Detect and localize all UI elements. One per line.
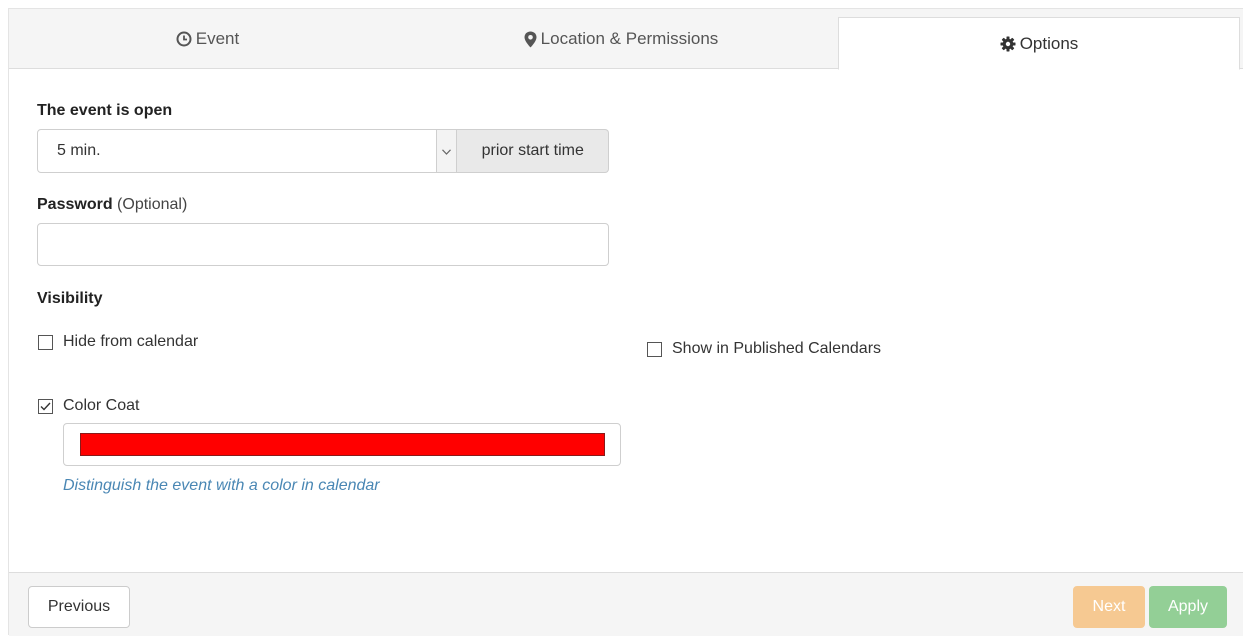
tab-event[interactable]: Event [9, 9, 406, 69]
checkbox-unchecked-icon [647, 341, 662, 357]
visibility-label: Visibility [37, 290, 103, 307]
color-coat-hint: Distinguish the event with a color in ca… [63, 477, 380, 494]
tab-location-permissions[interactable]: Location & Permissions [406, 9, 836, 69]
show-in-published-calendars-label: Show in Published Calendars [672, 340, 882, 357]
event-open-label: The event is open [37, 102, 173, 119]
password-label-text: Password [37, 196, 113, 213]
gear-icon [1000, 36, 1016, 52]
open-time-dropdown-toggle[interactable] [437, 129, 458, 173]
checkbox-unchecked-icon [38, 334, 53, 350]
tab-event-label: Event [195, 29, 240, 48]
prior-start-time-addon: prior start time [457, 129, 609, 173]
hide-from-calendar-checkbox[interactable]: Hide from calendar [38, 333, 198, 351]
password-optional-text: (Optional) [117, 196, 188, 213]
tab-bar: Event Location & Permissions Options [9, 9, 1243, 70]
tab-options-label: Options [1019, 33, 1079, 53]
previous-button[interactable]: Previous [28, 586, 130, 628]
show-in-published-calendars-checkbox[interactable]: Show in Published Calendars [647, 340, 881, 358]
color-coat-checkbox[interactable]: Color Coat [38, 397, 139, 415]
color-swatch[interactable] [80, 433, 605, 456]
clock-icon [176, 31, 192, 47]
open-time-value: 5 min. [57, 142, 101, 159]
open-time-select[interactable]: 5 min. [37, 129, 438, 173]
options-panel: Event Location & Permissions Options The… [8, 8, 1243, 636]
tab-options[interactable]: Options [838, 17, 1240, 70]
wizard-footer: Previous Next Apply [9, 572, 1243, 636]
chevron-down-icon [442, 142, 452, 160]
hide-from-calendar-label: Hide from calendar [63, 333, 199, 350]
password-input[interactable] [37, 223, 609, 266]
checkbox-checked-icon [38, 398, 53, 414]
tab-location-label: Location & Permissions [540, 29, 719, 48]
apply-button[interactable]: Apply [1149, 586, 1227, 628]
password-label: Password (Optional) [37, 196, 187, 214]
color-coat-label: Color Coat [63, 397, 140, 414]
color-picker-field[interactable] [63, 423, 621, 466]
open-time-select-group: 5 min. prior start time [37, 129, 609, 173]
map-marker-icon [524, 31, 537, 48]
next-button[interactable]: Next [1073, 586, 1145, 628]
